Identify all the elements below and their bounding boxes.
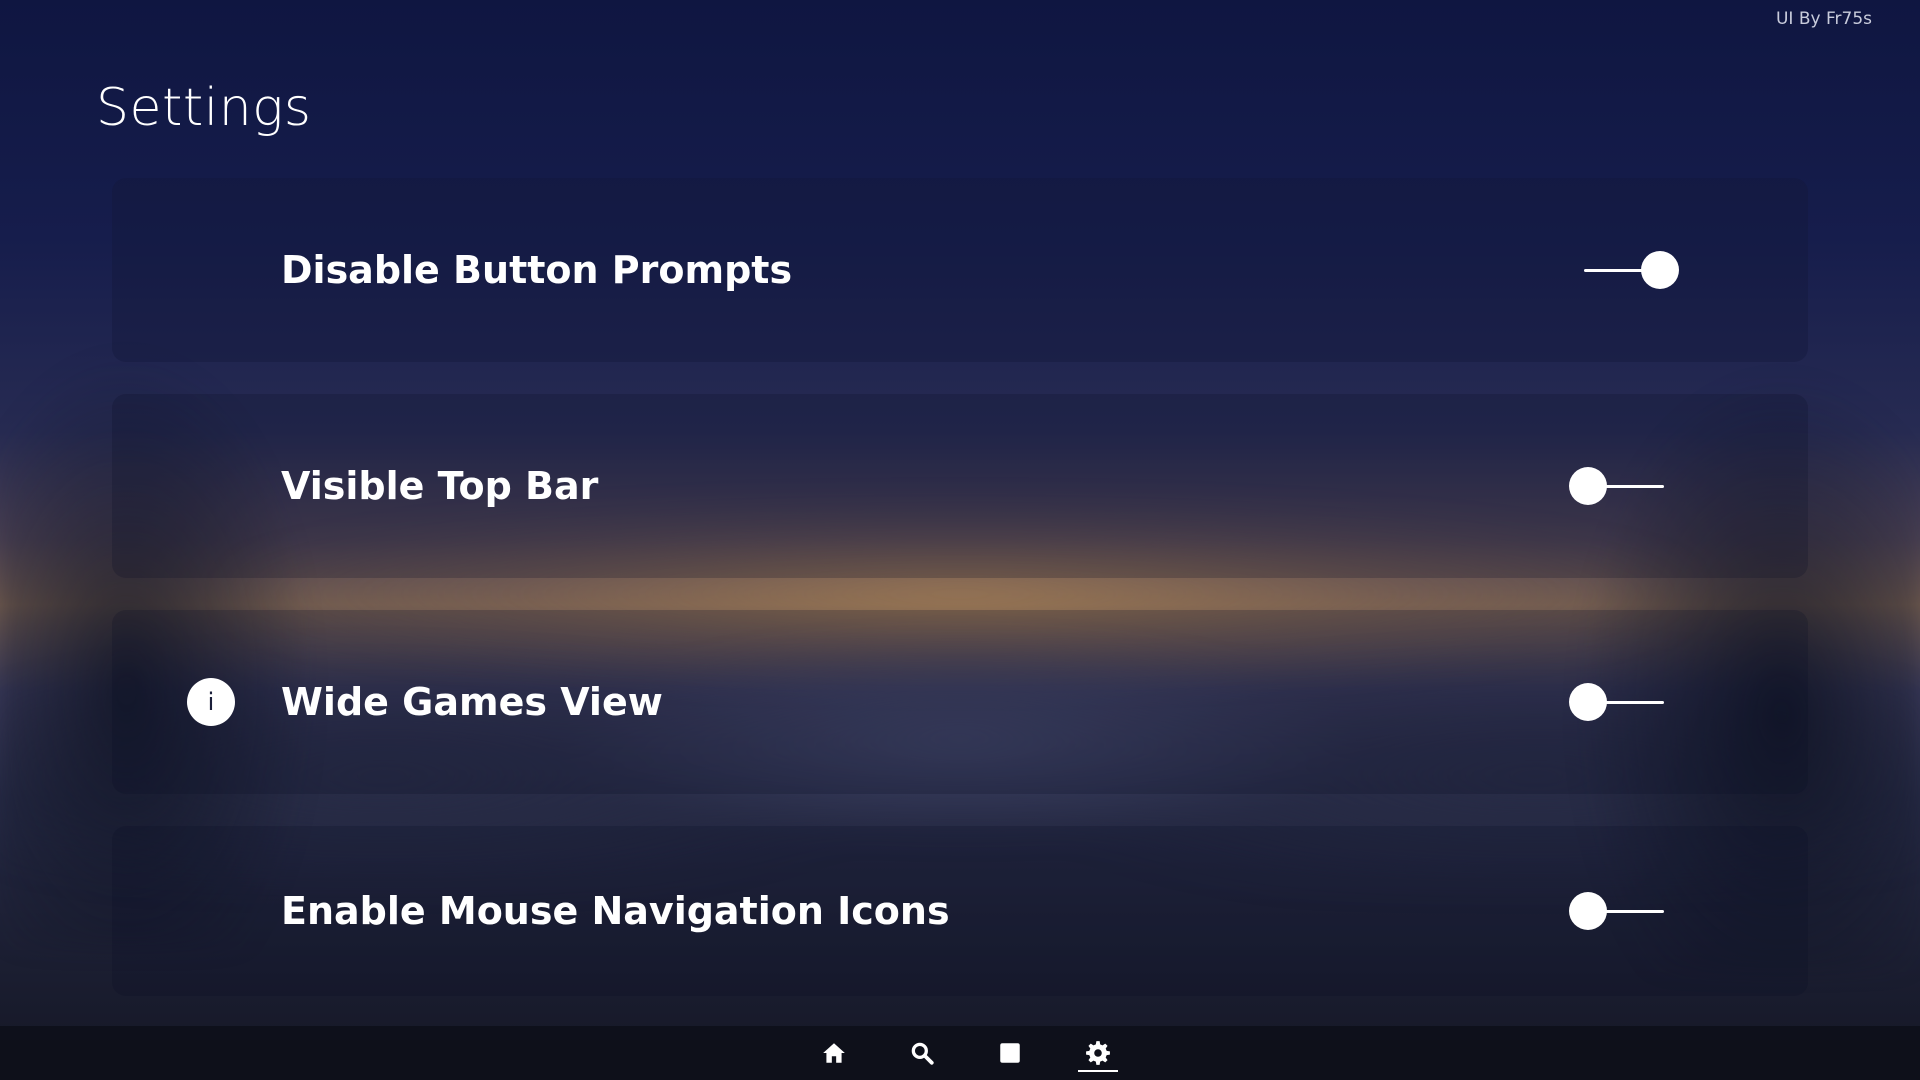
info-icon[interactable]: i bbox=[187, 678, 235, 726]
home-icon bbox=[823, 1043, 845, 1063]
settings-list: Disable Button Prompts Visible Top Bar i… bbox=[112, 178, 1808, 996]
toggle-knob bbox=[1569, 467, 1607, 505]
enable-mouse-navigation-icons-toggle[interactable] bbox=[1569, 891, 1679, 931]
setting-label: Visible Top Bar bbox=[281, 464, 599, 508]
setting-row-enable-mouse-navigation-icons[interactable]: Enable Mouse Navigation Icons bbox=[112, 826, 1808, 996]
page-title: Settings bbox=[96, 78, 312, 138]
disable-button-prompts-toggle[interactable] bbox=[1569, 250, 1679, 290]
toggle-knob bbox=[1641, 251, 1679, 289]
nav-home-button[interactable] bbox=[810, 1026, 858, 1080]
setting-row-disable-button-prompts[interactable]: Disable Button Prompts bbox=[112, 178, 1808, 362]
nav-library-button[interactable] bbox=[986, 1026, 1034, 1080]
bottom-nav-bar bbox=[0, 1026, 1920, 1080]
gear-icon bbox=[1086, 1041, 1110, 1065]
setting-label: Enable Mouse Navigation Icons bbox=[281, 889, 950, 933]
setting-row-wide-games-view[interactable]: i Wide Games View bbox=[112, 610, 1808, 794]
wide-games-view-toggle[interactable] bbox=[1569, 682, 1679, 722]
setting-label: Disable Button Prompts bbox=[281, 248, 793, 292]
library-icon bbox=[1000, 1043, 1020, 1063]
search-icon bbox=[911, 1042, 934, 1065]
setting-label: Wide Games View bbox=[281, 680, 663, 724]
toggle-knob bbox=[1569, 683, 1607, 721]
visible-top-bar-toggle[interactable] bbox=[1569, 466, 1679, 506]
toggle-knob bbox=[1569, 892, 1607, 930]
nav-settings-button[interactable] bbox=[1074, 1026, 1122, 1080]
nav-search-button[interactable] bbox=[898, 1026, 946, 1080]
setting-row-visible-top-bar[interactable]: Visible Top Bar bbox=[112, 394, 1808, 578]
credit-text: UI By Fr75s bbox=[1775, 9, 1872, 29]
